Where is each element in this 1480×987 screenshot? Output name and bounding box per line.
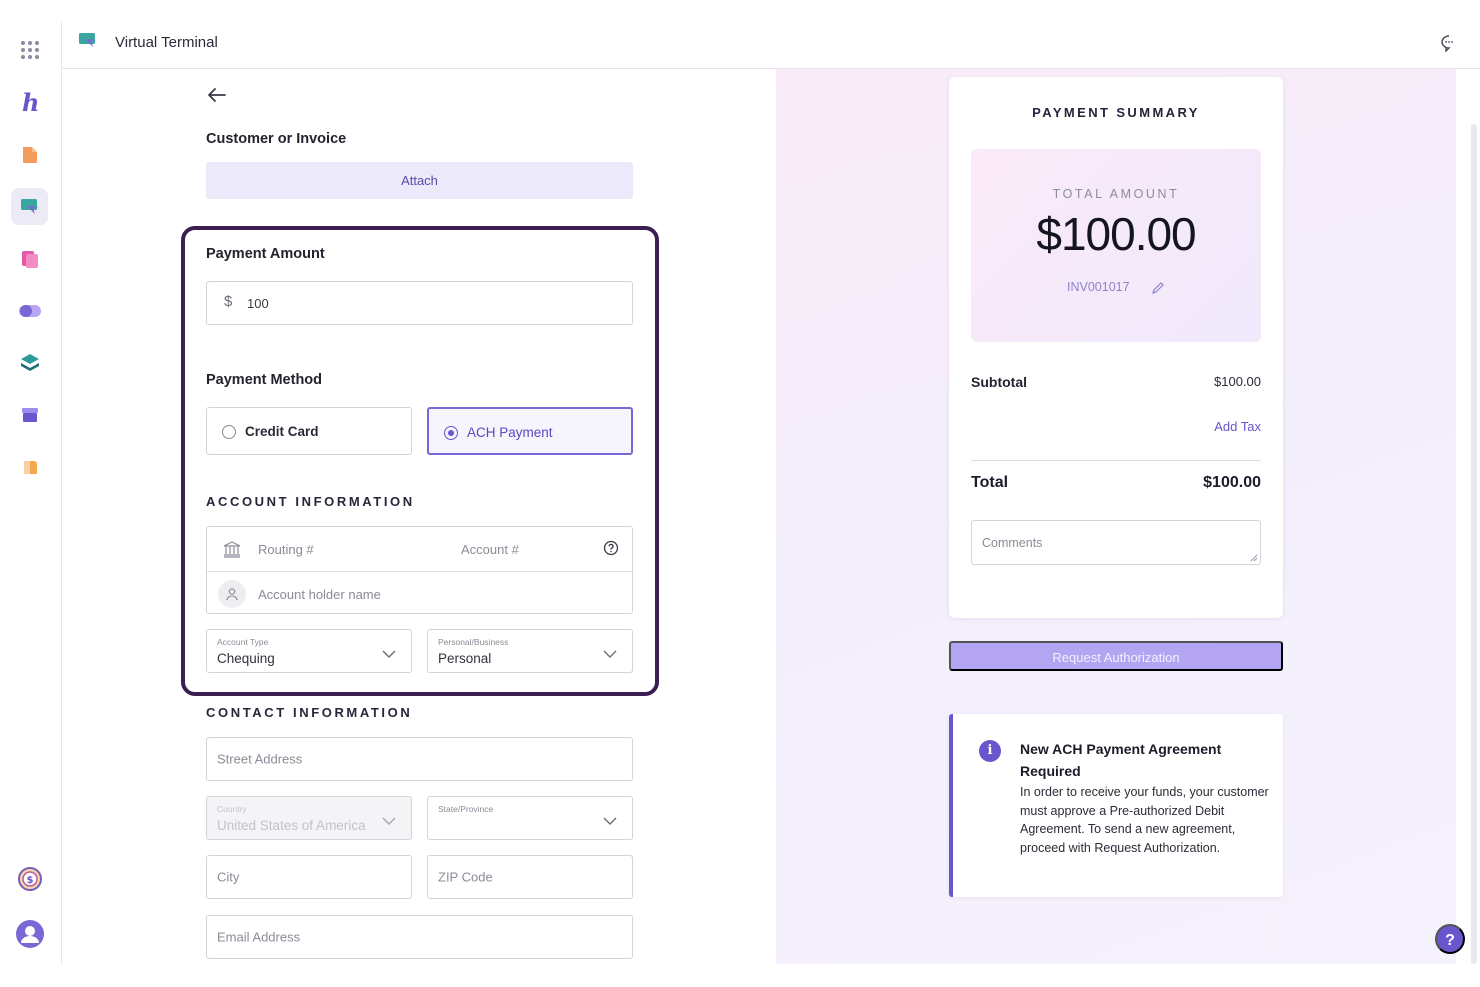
invoices-icon[interactable] <box>11 240 48 277</box>
account-type-value: Chequing <box>217 651 275 666</box>
coin-icon[interactable]: $ <box>11 860 48 897</box>
payment-summary-title: PAYMENT SUMMARY <box>1032 105 1200 120</box>
back-arrow-icon[interactable] <box>206 84 228 111</box>
notice-title: New ACH Payment Agreement Required <box>1020 741 1222 779</box>
state-province-label: State/Province <box>438 804 494 814</box>
help-button[interactable]: ? <box>1435 924 1465 954</box>
routing-input[interactable]: Routing # <box>258 542 314 557</box>
person-icon <box>218 580 246 608</box>
wallet-icon[interactable] <box>11 448 48 485</box>
chevron-down-icon <box>603 646 617 664</box>
personal-business-value: Personal <box>438 651 492 666</box>
total-amount-box: TOTAL AMOUNT $100.00 INV001017 <box>971 149 1261 342</box>
zip-code-placeholder: ZIP Code <box>438 869 493 885</box>
payment-amount-label: Payment Amount <box>206 246 325 262</box>
street-address-input[interactable]: Street Address <box>206 737 633 781</box>
zip-code-input[interactable]: ZIP Code <box>427 855 633 899</box>
comments-textarea[interactable]: Comments <box>971 520 1261 565</box>
customer-or-invoice-label: Customer or Invoice <box>206 131 347 147</box>
contact-information-heading: CONTACT INFORMATION <box>206 705 413 720</box>
info-icon: i <box>979 740 1001 762</box>
total-row: Total $100.00 <box>971 474 1261 498</box>
apps-grid-icon[interactable] <box>11 31 48 68</box>
ach-payment-label: ACH Payment <box>467 425 553 440</box>
attach-button[interactable]: Attach <box>206 162 633 199</box>
subtotal-label: Subtotal <box>971 374 1027 390</box>
account-type-select[interactable]: Account Type Chequing <box>206 629 412 673</box>
h-logo-icon[interactable]: h <box>11 84 48 121</box>
chevron-down-icon <box>382 813 396 831</box>
personal-business-select[interactable]: Personal/Business Personal <box>427 629 633 673</box>
country-select: Country United States of America <box>206 796 412 840</box>
invoice-number: INV001017 <box>1067 280 1130 294</box>
payment-method-label: Payment Method <box>206 372 323 388</box>
account-holder-row: Account holder name <box>207 571 632 614</box>
notice-body: In order to receive your funds, your cus… <box>1020 785 1269 855</box>
chat-icon[interactable] <box>1440 34 1458 57</box>
top-bar: Virtual Terminal <box>62 22 1480 69</box>
ach-payment-option[interactable]: ACH Payment <box>427 407 633 455</box>
bank-icon <box>222 539 242 562</box>
app-title: Virtual Terminal <box>115 34 218 51</box>
chevron-down-icon <box>603 813 617 831</box>
credit-card-option[interactable]: Credit Card <box>206 407 412 455</box>
subtotal-row: Subtotal $100.00 <box>971 374 1261 394</box>
routing-account-row: Routing # Account # <box>207 527 632 570</box>
virtual-terminal-logo-icon <box>78 31 100 58</box>
city-input[interactable]: City <box>206 855 412 899</box>
toggle-icon[interactable] <box>11 292 48 329</box>
resize-handle-icon[interactable] <box>1250 554 1258 562</box>
ach-payment-radio[interactable] <box>444 426 458 440</box>
ach-agreement-notice: i New ACH Payment Agreement Required In … <box>949 714 1283 897</box>
personal-business-label: Personal/Business <box>438 637 509 647</box>
country-value: United States of America <box>217 818 366 833</box>
total-label: Total <box>971 474 1009 491</box>
amount-value: 100 <box>247 296 269 311</box>
city-placeholder: City <box>217 869 240 885</box>
total-amount-label: TOTAL AMOUNT <box>1052 187 1180 201</box>
svg-text:h: h <box>22 90 39 116</box>
email-address-input[interactable]: Email Address <box>206 915 633 959</box>
total-amount-value: $100.00 <box>1036 208 1196 260</box>
virtual-terminal-icon[interactable] <box>11 188 48 225</box>
street-address-placeholder: Street Address <box>217 751 303 767</box>
account-type-label: Account Type <box>217 637 269 647</box>
state-province-select[interactable]: State/Province <box>427 796 633 840</box>
credit-card-label: Credit Card <box>245 424 319 439</box>
store-icon[interactable] <box>11 396 48 433</box>
summary-divider <box>971 460 1261 461</box>
account-holder-input[interactable]: Account holder name <box>258 587 381 602</box>
subtotal-value: $100.00 <box>1214 374 1261 389</box>
layers-icon[interactable] <box>11 344 48 381</box>
credit-card-radio[interactable] <box>222 425 236 439</box>
user-avatar-icon[interactable] <box>11 915 48 952</box>
help-circle-icon[interactable] <box>603 540 619 559</box>
add-tax-link[interactable]: Add Tax <box>1214 419 1261 434</box>
document-icon[interactable] <box>11 136 48 173</box>
payment-summary-card: PAYMENT SUMMARY TOTAL AMOUNT $100.00 INV… <box>949 77 1283 618</box>
request-authorization-button[interactable]: Request Authorization <box>949 641 1283 671</box>
svg-text:$: $ <box>26 875 33 886</box>
app-rail: h $ <box>0 22 62 964</box>
scrollbar[interactable] <box>1471 124 1477 964</box>
account-details-box: Routing # Account # Account holder name <box>206 526 633 614</box>
add-tax-row: Add Tax <box>971 419 1261 439</box>
edit-pencil-icon[interactable] <box>1151 281 1165 300</box>
currency-symbol: $ <box>224 293 233 310</box>
email-address-placeholder: Email Address <box>217 929 301 945</box>
payment-amount-input[interactable]: $ 100 <box>206 281 633 325</box>
total-value: $100.00 <box>1203 474 1261 491</box>
account-number-input[interactable]: Account # <box>461 542 519 557</box>
country-label: Country <box>217 804 247 814</box>
account-information-heading: ACCOUNT INFORMATION <box>206 494 415 509</box>
chevron-down-icon <box>382 646 396 664</box>
comments-placeholder: Comments <box>982 536 1043 550</box>
